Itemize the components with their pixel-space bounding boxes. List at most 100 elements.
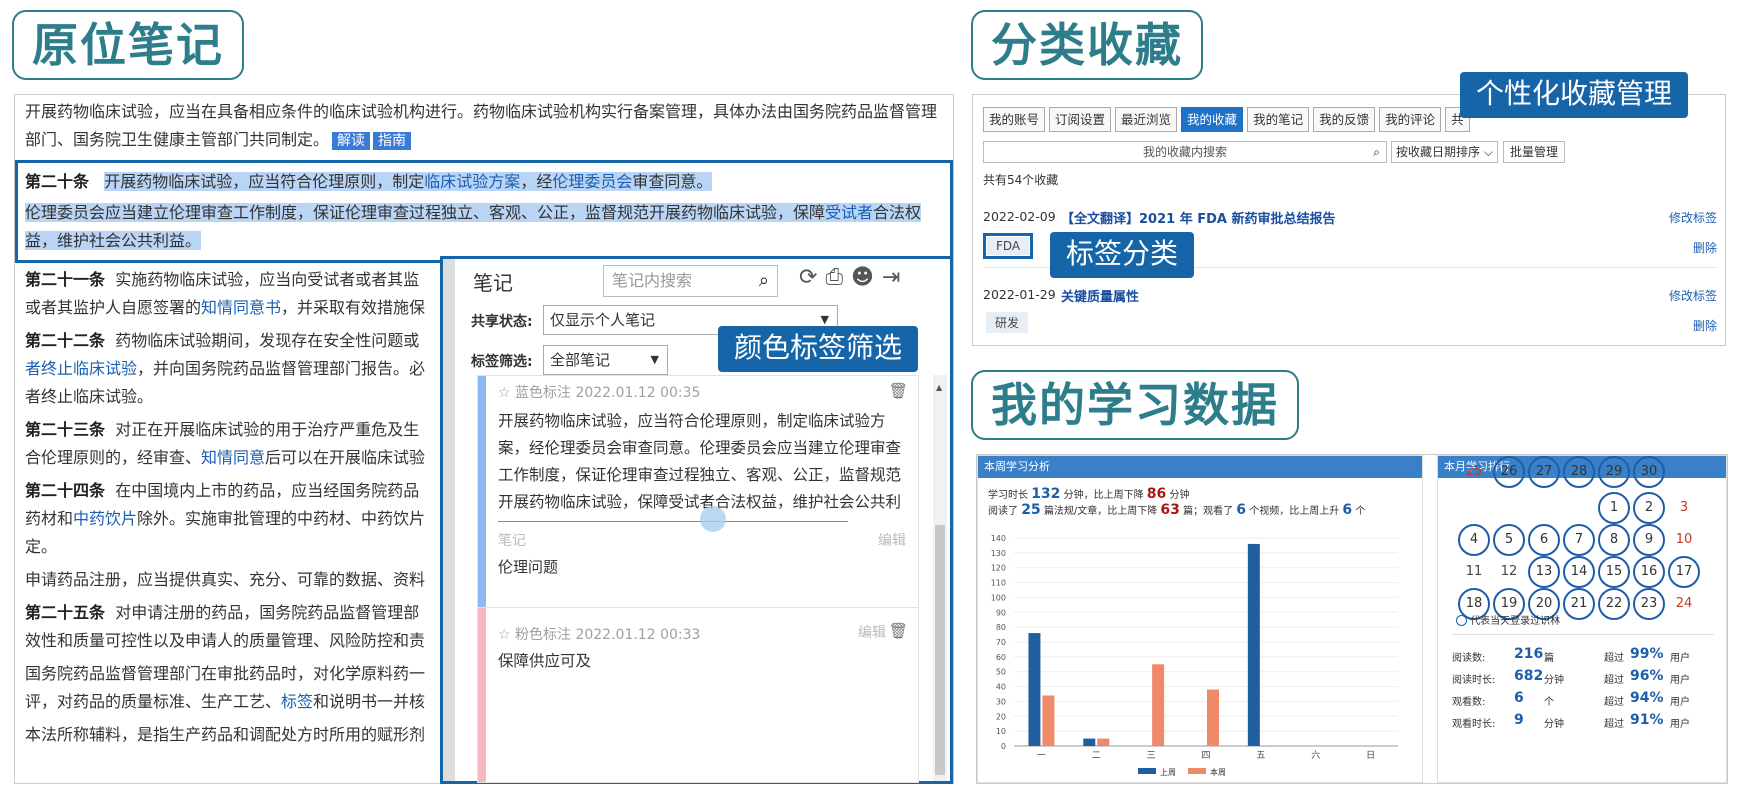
calendar-day: 2 [1633, 492, 1665, 524]
search-icon[interactable]: ⌕ [1373, 142, 1380, 162]
delete-icon[interactable]: 🗑 [888, 378, 908, 405]
calendar-day: 13 [1528, 556, 1560, 588]
notes-title: 笔记 [473, 271, 513, 295]
x-tick-label: 三 [1147, 751, 1156, 761]
link[interactable]: 标签 [281, 692, 313, 711]
tag-filter-select[interactable]: 全部笔记 ▼ [543, 345, 668, 375]
edit-button[interactable]: 编辑 [858, 620, 886, 647]
batch-manage-button[interactable]: 批量管理 [1503, 141, 1566, 163]
y-tick-label: 10 [996, 727, 1006, 736]
y-tick-label: 60 [996, 653, 1006, 662]
sort-select[interactable]: 按收藏日期排序 ⌵ [1391, 141, 1498, 163]
tab[interactable]: 订阅设置 [1049, 107, 1112, 132]
favorite-title[interactable]: 关键质量属性 [1061, 286, 1139, 305]
link[interactable]: 伦理委员会 [552, 172, 632, 191]
link[interactable]: 受试者 [825, 203, 873, 222]
guide-tag[interactable]: 指南 [373, 132, 412, 150]
favorite-tag[interactable]: 研发 [986, 312, 1029, 333]
stat-row: 阅读时长: 682 分钟 超过 96% 用户 [1452, 668, 1722, 688]
cursor-icon [700, 506, 726, 532]
calendar-day: 6 [1528, 524, 1560, 556]
x-tick-label: 四 [1201, 751, 1210, 761]
y-tick-label: 40 [996, 683, 1006, 692]
note-quote: 开展药物临床试验，应当符合伦理原则，制定临床试验方案，经伦理委员会审查同意。伦理… [498, 412, 902, 511]
favorites-count: 共有54个收藏 [983, 173, 1059, 187]
scroll-up-icon[interactable]: ▲ [936, 383, 942, 392]
calendar-day: 23 [1633, 588, 1665, 620]
bar-this-week [1042, 695, 1055, 746]
stat-beat-suffix: 用户 [1670, 697, 1690, 708]
share-status-label: 共享状态: [471, 314, 533, 330]
note-card[interactable]: ☆ 粉色标注 2022.01.12 00:33 编辑 🗑 保障供应可及 [477, 607, 919, 783]
notes-scrollbar[interactable]: ▲ [933, 375, 947, 781]
link[interactable]: 知情同意 [201, 448, 265, 467]
favorites-search-input[interactable]: 我的收藏内搜索 ⌕ [983, 141, 1387, 163]
panel-splitter[interactable] [443, 259, 455, 781]
calendar-day: 26 [1493, 456, 1525, 488]
stat-beat: 超过 [1604, 675, 1624, 686]
y-tick-label: 0 [1001, 742, 1006, 751]
calendar-day: 30 [1633, 456, 1665, 488]
x-tick-label: 一 [1037, 751, 1046, 761]
weekly-summary-2: 阅读了 25 篇法规/文章，比上周下降 63 篇；观看了 6 个视频，比上周上升… [988, 502, 1366, 518]
link[interactable]: 中药饮片 [73, 509, 137, 528]
y-tick-label: 120 [991, 564, 1006, 573]
dropdown-icon: ▼ [650, 353, 659, 366]
delete-link[interactable]: 删除 [1693, 317, 1717, 334]
share-users-icon[interactable]: ☻ [851, 265, 874, 290]
calendar-day: 12 [1500, 564, 1518, 579]
weekly-panel-header: 本周学习分析 [978, 456, 1422, 478]
stat-beat-suffix: 用户 [1670, 653, 1690, 664]
calendar-day: 27 [1528, 456, 1560, 488]
favorite-tag[interactable]: FDA [987, 237, 1030, 255]
study-data-panel: 本周学习分析 学习时长 132 分钟，比上周下降 86 分钟 阅读了 25 篇法… [976, 454, 1728, 784]
stat-percent: 94% [1630, 690, 1664, 706]
tab[interactable]: 我的反馈 [1313, 107, 1376, 132]
delete-link[interactable]: 删除 [1693, 239, 1717, 256]
export-icon[interactable]: ⇥ [882, 265, 900, 290]
note-card[interactable]: ☆ 蓝色标注 2022.01.12 00:35 🗑 开展药物临床试验，应当符合伦… [477, 375, 919, 627]
notes-search-input[interactable]: 笔记内搜索 ⌕ [603, 265, 778, 297]
stat-percent: 91% [1630, 712, 1664, 728]
calendar-day: 14 [1563, 556, 1595, 588]
interpretation-tag[interactable]: 解读 [332, 132, 371, 150]
legend-swatch [1188, 768, 1206, 774]
search-icon[interactable]: ⌕ [759, 266, 769, 296]
tab[interactable]: 我的账号 [983, 107, 1046, 132]
calendar-day: 5 [1493, 524, 1525, 556]
refresh-icon[interactable]: ⟳ [799, 265, 817, 290]
delete-icon[interactable]: 🗑 [888, 618, 908, 645]
edit-tag-link[interactable]: 修改标签 [1669, 209, 1717, 226]
divider [1452, 634, 1714, 635]
stat-label: 观看数: [1452, 697, 1486, 708]
tab[interactable]: 最近浏览 [1115, 107, 1178, 132]
weekly-panel: 本周学习分析 学习时长 132 分钟，比上周下降 86 分钟 阅读了 25 篇法… [977, 455, 1423, 783]
color-filter-callout: 颜色标签筛选 [718, 326, 919, 372]
article-number: 第二十条 [25, 172, 90, 191]
stat-value: 6 [1514, 690, 1524, 706]
highlighted-article-20[interactable]: 第二十条 开展药物临床试验，应当符合伦理原则，制定临床试验方案，经伦理委员会审查… [15, 160, 953, 263]
calendar-day: 10 [1675, 532, 1693, 547]
inline-notes-title: 原位笔记 [12, 10, 244, 80]
weekly-summary-1: 学习时长 132 分钟，比上周下降 86 分钟 [988, 486, 1190, 502]
stat-value: 9 [1514, 712, 1524, 728]
edit-tag-link[interactable]: 修改标签 [1669, 287, 1717, 304]
tab[interactable]: 我的评论 [1379, 107, 1442, 132]
favorite-title[interactable]: 【全文翻译】2021 年 FDA 新药审批总结报告 [1061, 208, 1336, 227]
tab-favorites[interactable]: 我的收藏 [1181, 107, 1244, 132]
tab[interactable]: 我的笔记 [1247, 107, 1310, 132]
calendar-day: 21 [1563, 588, 1595, 620]
y-tick-label: 90 [996, 608, 1006, 617]
link[interactable]: 临床试验方案 [424, 172, 520, 191]
scrollbar-thumb[interactable] [935, 525, 945, 775]
bar-this-week [1152, 664, 1165, 746]
link[interactable]: 者终止临床试验 [25, 359, 137, 378]
edit-button[interactable]: 编辑 [878, 528, 906, 555]
link[interactable]: 知情同意书 [201, 298, 281, 317]
y-tick-label: 130 [991, 549, 1006, 558]
stat-beat-suffix: 用户 [1670, 719, 1690, 730]
print-icon[interactable]: ⎙ [825, 265, 843, 290]
stat-unit: 分钟 [1544, 675, 1564, 686]
account-tabs: 我的账号 订阅设置 最近浏览 我的收藏 我的笔记 我的反馈 我的评论共 [983, 107, 1474, 132]
study-data-title: 我的学习数据 [971, 370, 1299, 440]
